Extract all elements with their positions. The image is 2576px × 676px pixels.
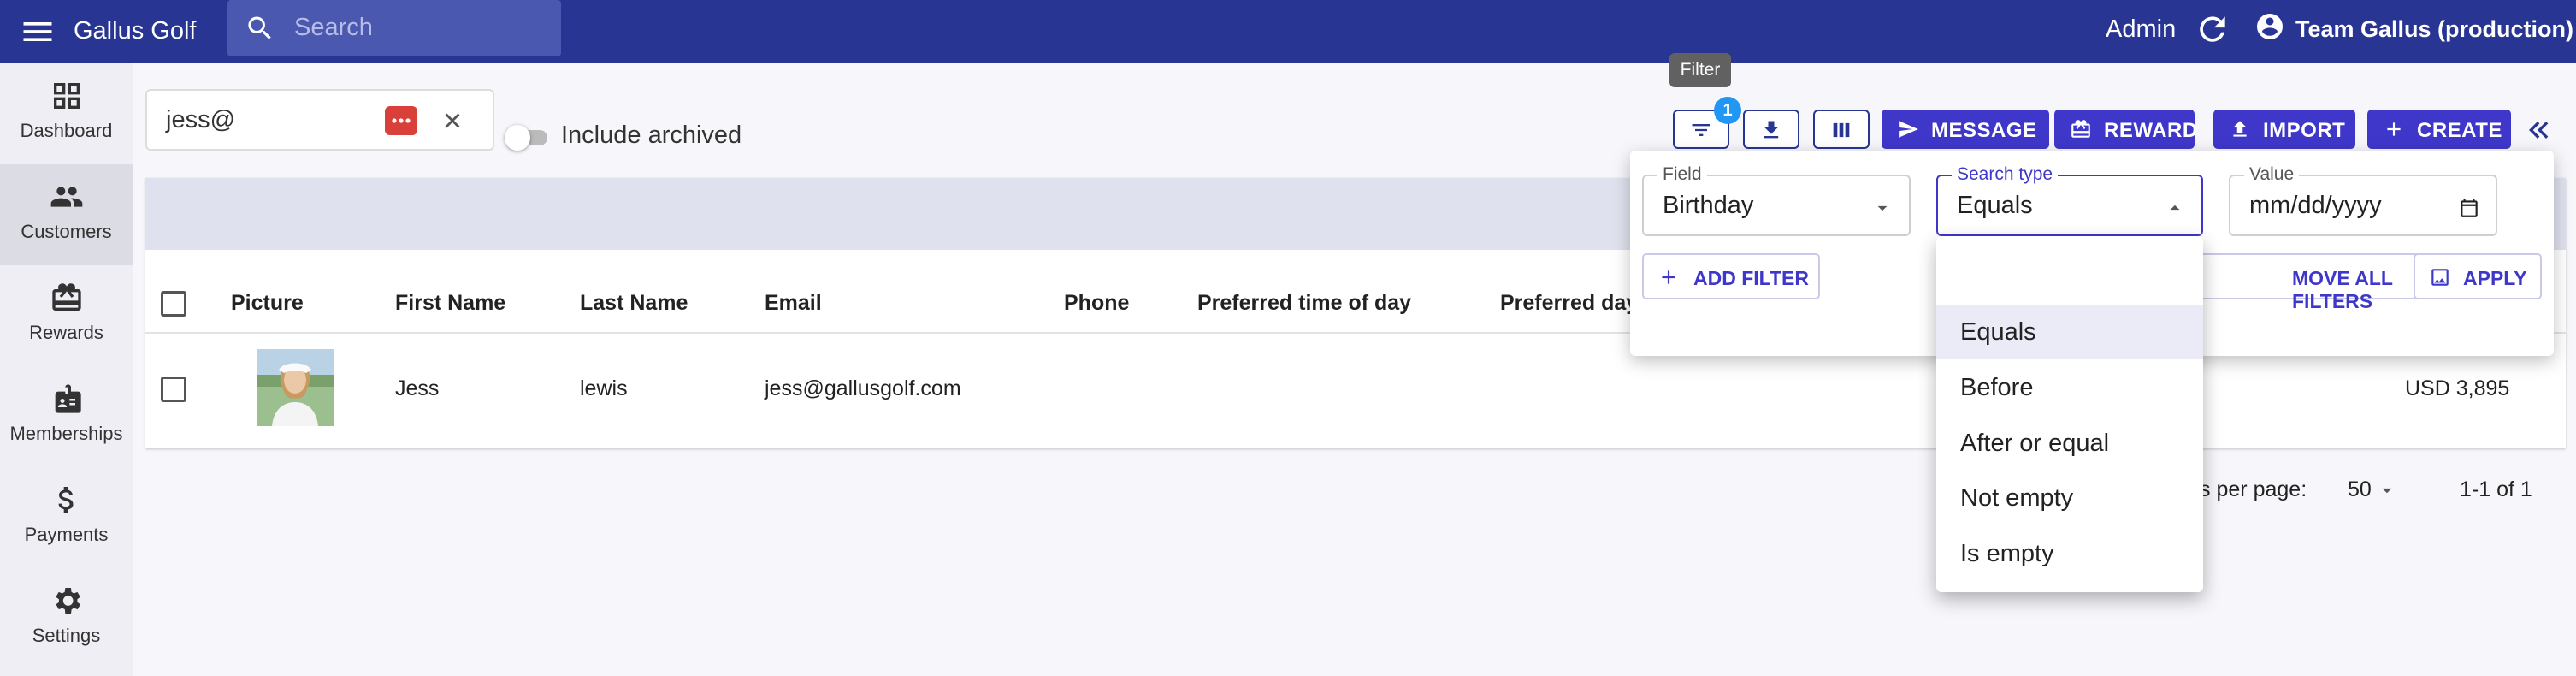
search-type-menu: Equals Before After or equal Not empty I… <box>1936 236 2203 592</box>
reward-button[interactable]: REWARD <box>2054 110 2198 149</box>
sidebar-item-label: Memberships <box>9 423 123 444</box>
reward-button-label: REWARD <box>2104 119 2198 142</box>
clear-icon[interactable] <box>438 106 467 135</box>
rows-per-page-select[interactable]: 50 <box>2348 477 2372 502</box>
select-all-checkbox[interactable] <box>161 291 186 317</box>
gift-card-icon <box>50 281 84 315</box>
sidebar-item-label: Rewards <box>29 322 103 343</box>
message-button[interactable]: MESSAGE <box>1882 110 2049 149</box>
field-label: Field <box>1657 164 1707 185</box>
view-column-icon <box>1833 122 1850 138</box>
filter-field-select[interactable]: Field Birthday <box>1642 164 1911 236</box>
add-filter-button[interactable]: ADD FILTER <box>1642 253 1820 299</box>
chevron-down-icon[interactable] <box>2376 479 2398 501</box>
sidebar-item-label: Customers <box>21 221 112 242</box>
customer-search-value[interactable]: jess@ <box>166 106 235 134</box>
customer-search-field[interactable]: jess@ <box>145 89 494 151</box>
include-archived-label: Include archived <box>561 122 742 149</box>
admin-link[interactable]: Admin <box>2106 12 2176 46</box>
cell-first-name: Jess <box>395 377 440 400</box>
menu-icon[interactable] <box>19 13 56 50</box>
gift-card-icon <box>2071 120 2090 138</box>
team-selector[interactable]: Team Gallus (production) <box>2295 14 2573 44</box>
sidebar-item-payments[interactable]: Payments <box>0 467 133 568</box>
send-icon <box>1899 121 1918 138</box>
export-button[interactable] <box>1743 110 1799 149</box>
apply-filter-label: APPLY <box>2463 267 2527 289</box>
column-header-first-name[interactable]: First Name <box>395 291 505 316</box>
include-archived-toggle[interactable] <box>505 125 552 151</box>
customer-picture <box>257 349 334 426</box>
value-placeholder: mm/dd/yyyy <box>2249 192 2382 219</box>
column-header-email[interactable]: Email <box>765 291 822 316</box>
gear-icon <box>50 584 84 618</box>
column-header-preferred-time[interactable]: Preferred time of day <box>1197 291 1411 316</box>
badge-icon <box>50 382 84 416</box>
columns-button[interactable] <box>1813 110 1870 149</box>
sidebar-item-customers[interactable]: Customers <box>0 164 133 265</box>
search-icon <box>245 13 275 44</box>
toggle-thumb <box>505 125 530 151</box>
cell-amount: USD 3,895 <box>2405 377 2510 400</box>
column-header-picture[interactable]: Picture <box>231 291 304 316</box>
column-header-phone[interactable]: Phone <box>1064 291 1129 316</box>
filter-tooltip: Filter <box>1669 53 1731 87</box>
row-checkbox[interactable] <box>161 377 186 402</box>
search-type-label: Search type <box>1952 164 2059 185</box>
apply-image-icon <box>2431 269 2449 286</box>
global-search[interactable] <box>227 0 561 56</box>
pagination-range: 1-1 of 1 <box>2460 477 2532 501</box>
password-manager-icon[interactable] <box>385 106 417 135</box>
search-type-value: Equals <box>1957 192 2033 219</box>
chevron-up-icon <box>2170 205 2180 211</box>
create-button[interactable]: CREATE <box>2367 110 2511 149</box>
people-icon <box>50 180 84 214</box>
field-value: Birthday <box>1663 192 1754 219</box>
download-icon <box>1764 121 1779 139</box>
import-button[interactable]: IMPORT <box>2213 110 2355 149</box>
column-header-last-name[interactable]: Last Name <box>580 291 688 316</box>
message-button-label: MESSAGE <box>1931 119 2037 142</box>
search-input[interactable] <box>294 9 542 46</box>
collapse-panel-icon[interactable] <box>2523 113 2557 147</box>
search-type-select[interactable]: Search type Equals <box>1936 164 2203 236</box>
menu-option-equals[interactable]: Equals <box>1936 305 2203 359</box>
menu-option-before[interactable]: Before <box>1936 360 2203 415</box>
sidebar-item-label: Dashboard <box>20 120 113 141</box>
sidebar-item-label: Payments <box>24 524 109 545</box>
filter-count-badge: 1 <box>1714 97 1741 124</box>
cell-last-name: lewis <box>580 377 628 400</box>
import-button-label: IMPORT <box>2263 119 2346 142</box>
plus-icon <box>2387 122 2401 136</box>
account-circle-icon[interactable] <box>2254 11 2285 42</box>
filter-list-icon <box>1692 124 1710 136</box>
apply-filter-button[interactable]: APPLY <box>2414 253 2542 299</box>
sidebar-item-settings[interactable]: Settings <box>0 568 133 669</box>
upload-icon <box>2233 121 2247 137</box>
cell-email: jess@gallusgolf.com <box>765 377 961 400</box>
add-filter-label: ADD FILTER <box>1693 267 1810 289</box>
menu-option-after-or-equal[interactable]: After or equal <box>1936 416 2203 471</box>
menu-option-is-empty[interactable]: Is empty <box>1936 526 2203 581</box>
value-date-input[interactable]: Value mm/dd/yyyy <box>2229 164 2497 236</box>
create-button-label: CREATE <box>2417 119 2502 142</box>
plus-icon <box>1662 270 1675 284</box>
calendar-icon[interactable] <box>2458 197 2480 219</box>
top-app-bar: Gallus Golf Admin Team Gallus (productio… <box>0 0 2576 63</box>
sidebar-item-memberships[interactable]: Memberships <box>0 366 133 467</box>
sidebar-item-dashboard[interactable]: Dashboard <box>0 63 133 164</box>
sidebar: Dashboard Customers Rewards Memberships … <box>0 63 133 676</box>
refresh-icon[interactable] <box>2194 10 2231 48</box>
dashboard-icon <box>50 79 84 113</box>
app-title: Gallus Golf <box>74 17 197 44</box>
menu-option-not-empty[interactable]: Not empty <box>1936 471 2203 525</box>
sidebar-item-rewards[interactable]: Rewards <box>0 265 133 366</box>
sidebar-item-label: Settings <box>32 625 101 646</box>
chevron-down-icon <box>1877 205 1888 211</box>
column-header-preferred-day[interactable]: Preferred day <box>1500 291 1638 316</box>
dollar-icon <box>50 483 84 517</box>
value-label: Value <box>2244 164 2300 185</box>
